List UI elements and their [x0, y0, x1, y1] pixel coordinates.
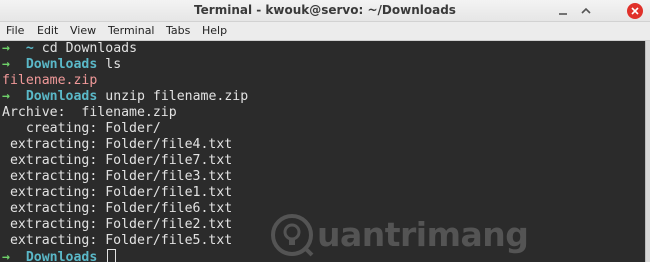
output-line: extracting: Folder/file5.txt: [2, 233, 233, 248]
prompt-directory: Downloads: [25, 89, 98, 104]
minimize-icon[interactable]: [555, 3, 571, 19]
command-text: unzip filename.zip: [105, 89, 249, 104]
command-text: cd Downloads: [41, 41, 138, 56]
output-line: extracting: Folder/file6.txt: [2, 201, 233, 216]
title-bar[interactable]: Terminal - kwouk@servo: ~/Downloads: [0, 0, 650, 22]
prompt-arrow: →: [2, 89, 10, 104]
menu-file[interactable]: File: [6, 24, 24, 37]
command-text: ls: [105, 57, 122, 72]
terminal-line: → Downloads unzip filename.zip: [2, 89, 248, 105]
prompt-arrow: →: [2, 41, 10, 56]
prompt-arrow: →: [2, 250, 10, 262]
menu-bar: File Edit View Terminal Tabs Help: [0, 22, 650, 41]
output-line: extracting: Folder/file2.txt: [2, 217, 233, 232]
output-line: creating: Folder/: [2, 121, 161, 136]
close-icon[interactable]: [627, 3, 643, 19]
menu-tabs[interactable]: Tabs: [166, 24, 190, 37]
prompt-directory: Downloads: [25, 250, 98, 262]
terminal-window: Terminal - kwouk@servo: ~/Downloads File…: [0, 0, 650, 262]
menu-help[interactable]: Help: [202, 24, 227, 37]
output-line: extracting: Folder/file7.txt: [2, 153, 233, 168]
terminal-line: → Downloads ls: [2, 57, 121, 73]
maximize-icon[interactable]: [578, 3, 594, 19]
watermark-logo: uantrimang: [270, 201, 529, 262]
prompt-directory: Downloads: [25, 57, 98, 72]
terminal-line: → ~ cd Downloads: [2, 41, 137, 57]
terminal-output[interactable]: → ~ cd Downloads → Downloads ls filename…: [0, 41, 645, 262]
scrollbar[interactable]: [645, 41, 650, 262]
window-title: Terminal - kwouk@servo: ~/Downloads: [194, 3, 456, 17]
prompt-directory: ~: [25, 41, 34, 56]
cursor: [107, 249, 117, 262]
menu-edit[interactable]: Edit: [37, 24, 58, 37]
output-line: Archive: filename.zip: [2, 105, 177, 120]
output-line: extracting: Folder/file3.txt: [2, 169, 233, 184]
watermark-text: uantrimang: [317, 215, 529, 254]
terminal-line: → Downloads: [2, 249, 117, 262]
prompt-arrow: →: [2, 57, 10, 72]
output-line: extracting: Folder/file4.txt: [2, 137, 233, 152]
menu-view[interactable]: View: [70, 24, 96, 37]
menu-terminal[interactable]: Terminal: [108, 24, 155, 37]
file-listing: filename.zip: [2, 73, 98, 88]
output-line: extracting: Folder/file1.txt: [2, 185, 233, 200]
lightbulb-icon: [271, 214, 314, 257]
